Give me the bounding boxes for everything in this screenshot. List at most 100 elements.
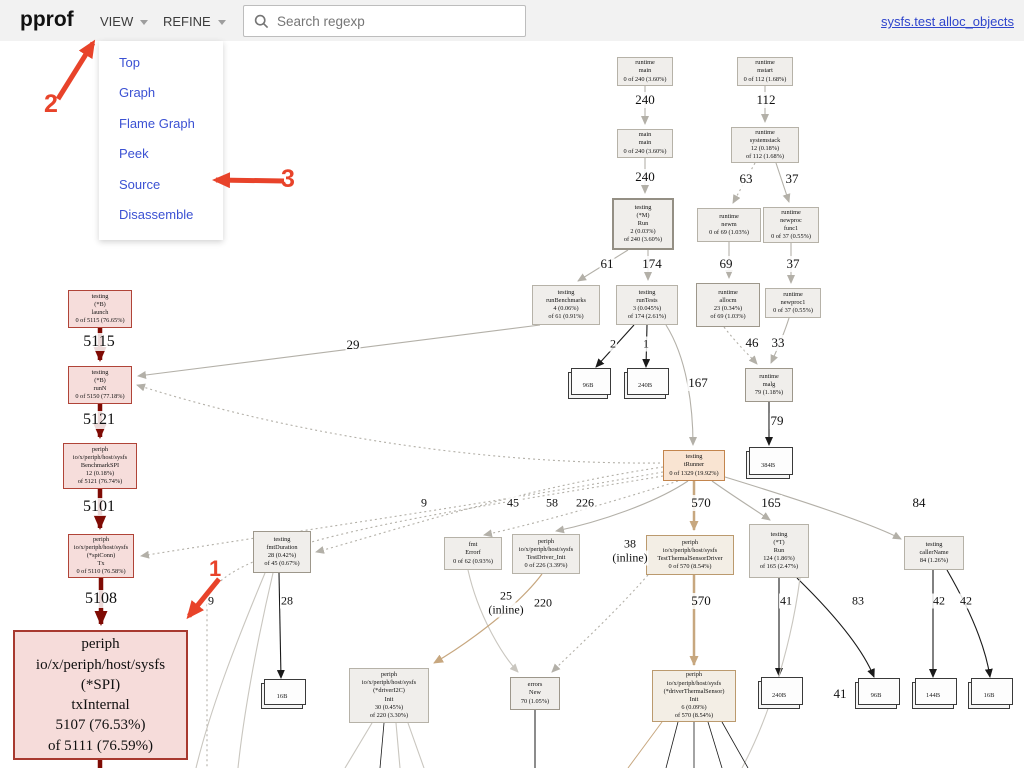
- allocbox-240B-top[interactable]: 240B: [624, 372, 666, 399]
- graph-edge: [345, 723, 372, 768]
- edge-label: 42: [932, 594, 946, 609]
- annotation-number-3: 3: [281, 165, 295, 194]
- allocbox-96B-bottom[interactable]: 96B: [855, 682, 897, 709]
- edge-label: (inline): [487, 603, 524, 618]
- node-runtime-mstart[interactable]: runtimemstart0 of 112 (1.68%): [737, 57, 793, 86]
- edge-label: 5121: [82, 411, 116, 429]
- edge-label: 58: [545, 496, 559, 511]
- annotation-number-2: 2: [44, 90, 58, 119]
- edge-label: 167: [687, 375, 709, 391]
- node-runtime-allocm[interactable]: runtimeallocm23 (0.34%)of 69 (1.03%): [696, 283, 760, 327]
- toolbar: pprof VIEW REFINE sysfs.test alloc_objec…: [0, 0, 1024, 41]
- menu-item-graph[interactable]: Graph: [99, 78, 223, 109]
- graph-edge: [141, 472, 663, 556]
- profile-link[interactable]: sysfs.test alloc_objects: [881, 14, 1014, 29]
- graph-edge: [434, 574, 542, 663]
- allocbox-16B-right[interactable]: 16B: [968, 682, 1010, 709]
- edge-label: 79: [770, 413, 785, 429]
- edge-label: 83: [851, 594, 865, 609]
- graph-edge: [396, 723, 400, 768]
- edge-label: 25: [499, 589, 513, 604]
- edge-label: 45: [506, 496, 520, 511]
- node-periph-spiConn-Tx[interactable]: periphio/x/periph/host/sysfs(*spiConn)Tx…: [68, 534, 134, 578]
- menu-item-source[interactable]: Source: [99, 169, 223, 200]
- edge-label: 9: [207, 594, 215, 609]
- allocbox-240B-bottom[interactable]: 240B: [758, 681, 800, 709]
- edge-label: 29: [346, 337, 361, 353]
- edge-label: 570: [690, 593, 712, 609]
- node-testing-M-run[interactable]: testing(*M)Run2 (0.03%)of 240 (3.60%): [612, 198, 674, 250]
- node-periph-BenchmarkSPI[interactable]: periphio/x/periph/host/sysfsBenchmarkSPI…: [63, 443, 137, 489]
- edge-label: 5108: [84, 590, 118, 608]
- search-box[interactable]: [243, 5, 526, 37]
- edge-label: (inline): [611, 551, 648, 566]
- graph-edge: [380, 723, 384, 768]
- graph-edge: [408, 723, 424, 768]
- allocbox-16B-left[interactable]: 16B: [261, 683, 303, 709]
- node-testing-B-runN[interactable]: testing(*B)runN0 of 5150 (77.18%): [68, 366, 132, 404]
- graph-edge: [628, 722, 662, 768]
- graph-edge: [138, 325, 540, 376]
- node-main-main[interactable]: mainmain0 of 240 (3.60%): [617, 129, 673, 158]
- node-runtime-newproc-func1[interactable]: runtimenewprocfunc10 of 37 (0.55%): [763, 207, 819, 243]
- edge-label: 240: [634, 169, 656, 185]
- edge-label: 2: [609, 337, 617, 352]
- node-runtime-newm[interactable]: runtimenewm0 of 69 (1.03%): [697, 208, 761, 242]
- node-testing-B-launch[interactable]: testing(*B)launch0 of 5115 (76.65%): [68, 290, 132, 328]
- node-periph-driverI2C-Init[interactable]: periphio/x/periph/host/sysfs(*driverI2C)…: [349, 668, 429, 723]
- edge-label: 112: [755, 92, 776, 108]
- graph-edge: [708, 722, 722, 768]
- edge-label: 41: [833, 686, 848, 702]
- node-runtime-main[interactable]: runtimemain0 of 240 (3.60%): [617, 57, 673, 86]
- node-periph-TestDriver-Init[interactable]: periphio/x/periph/host/sysfsTestDriver_I…: [512, 534, 580, 574]
- node-runtime-malg[interactable]: runtimemalg79 (1.18%): [745, 368, 793, 402]
- node-periph-driverThermalSensor-Init[interactable]: periphio/x/periph/host/sysfs(*driverTher…: [652, 670, 736, 722]
- edge-label: 5115: [82, 333, 115, 351]
- edge-label: 570: [690, 495, 712, 511]
- edge-label: 37: [786, 256, 801, 272]
- node-testing-callerName[interactable]: testingcallerName84 (1.26%): [904, 536, 964, 570]
- graph-edge: [279, 573, 281, 678]
- menu-item-disassemble[interactable]: Disassemble: [99, 200, 223, 231]
- node-errors-New[interactable]: errorsNew70 (1.05%): [510, 677, 560, 710]
- node-testing-runBenchmarks[interactable]: testingrunBenchmarks4 (0.06%)of 61 (0.91…: [532, 285, 600, 325]
- search-icon: [254, 14, 269, 29]
- edge-label: 41: [779, 594, 793, 609]
- menu-item-flame-graph[interactable]: Flame Graph: [99, 108, 223, 139]
- edge-label: 63: [739, 171, 754, 187]
- node-runtime-newproc1[interactable]: runtimenewproc10 of 37 (0.55%): [765, 288, 821, 318]
- refine-menu-button[interactable]: REFINE: [163, 14, 226, 29]
- menu-item-peek[interactable]: Peek: [99, 139, 223, 170]
- allocbox-384B[interactable]: 384B: [746, 451, 790, 479]
- allocbox-96B-top[interactable]: 96B: [568, 372, 608, 399]
- node-testing-runTests[interactable]: testingrunTests3 (0.045%)of 174 (2.61%): [616, 285, 678, 325]
- pprof-logo: pprof: [20, 8, 74, 32]
- node-testing-T-Run[interactable]: testing(*T)Run124 (1.86%)of 165 (2.47%): [749, 524, 809, 578]
- edge-label: 240: [634, 92, 656, 108]
- refine-menu-label: REFINE: [163, 14, 211, 29]
- node-periph-SPI-txInternal[interactable]: periphio/x/periph/host/sysfs(*SPI)txInte…: [13, 630, 188, 760]
- view-menu-button[interactable]: VIEW: [100, 14, 148, 29]
- edge-label: 174: [641, 256, 663, 272]
- node-testing-tRunner[interactable]: testingtRunner0 of 1329 (19.92%): [663, 450, 725, 481]
- node-testing-fmtDuration[interactable]: testingfmtDuration28 (0.42%)of 45 (0.67%…: [253, 531, 311, 573]
- edge-label: 61: [600, 256, 615, 272]
- allocbox-144B[interactable]: 144B: [912, 682, 954, 709]
- edge-label: 37: [785, 171, 800, 187]
- node-periph-TestThermalSensorDriver[interactable]: periphio/x/periph/host/sysfsTestThermalS…: [646, 535, 734, 575]
- edge-label: 9: [420, 496, 428, 511]
- annotation-number-1: 1: [209, 556, 221, 582]
- edge-label: 33: [771, 335, 786, 351]
- edge-label: 84: [912, 495, 927, 511]
- graph-edge: [947, 570, 990, 677]
- edge-label: 1: [642, 337, 650, 352]
- menu-item-top[interactable]: Top: [99, 47, 223, 78]
- node-runtime-systemstack[interactable]: runtimesystemstack12 (0.18%)of 112 (1.68…: [731, 127, 799, 163]
- edge-label: 46: [745, 335, 760, 351]
- graph-edge: [552, 575, 648, 672]
- edge-label: 69: [719, 256, 734, 272]
- view-dropdown-menu: Top Graph Flame Graph Peek Source Disass…: [99, 41, 223, 240]
- node-fmt-Errorf[interactable]: fmtErrorf0 of 62 (0.93%): [444, 537, 502, 570]
- search-input[interactable]: [277, 14, 525, 29]
- chevron-down-icon: [140, 20, 148, 25]
